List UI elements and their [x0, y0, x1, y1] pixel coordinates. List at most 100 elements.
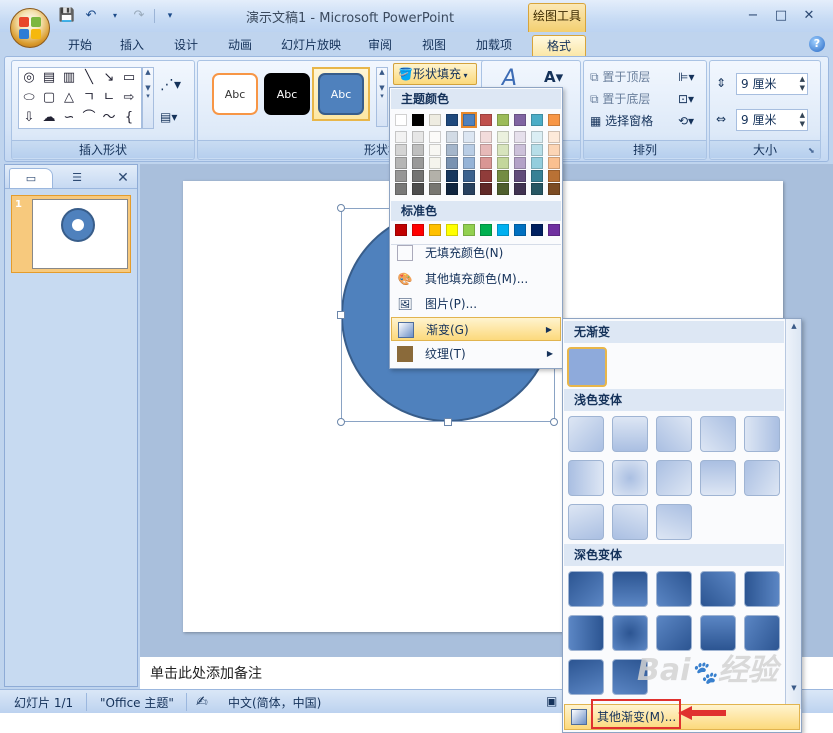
theme-color-shade-swatch[interactable] [429, 170, 441, 182]
tab-design[interactable]: 设计 [168, 35, 204, 56]
edit-shape-icon[interactable]: ⋰▾ [160, 75, 181, 95]
theme-color-shade-swatch[interactable] [412, 157, 424, 169]
theme-color-shade-swatch[interactable] [446, 183, 458, 195]
light-gradient-swatch[interactable] [612, 504, 648, 540]
dark-gradient-swatch[interactable] [700, 571, 736, 607]
oval-shape-icon[interactable]: ◎ [19, 68, 39, 88]
theme-color-shade-swatch[interactable] [514, 157, 526, 169]
theme-color-shade-swatch[interactable] [531, 183, 543, 195]
theme-color-shade-swatch[interactable] [463, 157, 475, 169]
theme-color-shade-swatch[interactable] [463, 131, 475, 143]
slides-tab-icon[interactable]: ▭ [9, 168, 53, 188]
theme-color-shade-swatch[interactable] [463, 144, 475, 156]
resize-handle-left[interactable] [337, 311, 345, 319]
theme-color-shade-swatch[interactable] [429, 183, 441, 195]
tab-insert[interactable]: 插入 [114, 35, 150, 56]
standard-color-swatch[interactable] [463, 224, 475, 236]
cloud-shape-icon[interactable]: ☁ [39, 108, 59, 128]
shape-width-input[interactable]: 9 厘米 ▲ ▼ [736, 109, 808, 131]
height-spinner-icon[interactable]: ▲ ▼ [800, 75, 805, 93]
maximize-button[interactable]: □ [768, 7, 794, 25]
theme-color-shade-swatch[interactable] [463, 183, 475, 195]
dark-gradient-swatch[interactable] [612, 571, 648, 607]
tab-slideshow[interactable]: 幻灯片放映 [275, 35, 347, 56]
tab-format[interactable]: 格式 [532, 35, 586, 56]
dark-gradient-swatch[interactable] [656, 571, 692, 607]
theme-color-shade-swatch[interactable] [531, 144, 543, 156]
tab-addins[interactable]: 加载项 [468, 35, 520, 56]
light-gradient-swatch[interactable] [656, 416, 692, 452]
close-button[interactable]: ✕ [796, 7, 822, 25]
styles-gallery-scroll[interactable]: ▲ ▼ ▾ [376, 67, 388, 127]
ellipse-shape-icon[interactable]: ⬭ [19, 88, 39, 108]
no-gradient-swatch[interactable] [567, 347, 607, 387]
dark-gradient-swatch[interactable] [744, 571, 780, 607]
theme-color-swatch[interactable] [548, 114, 560, 126]
bring-to-front-button[interactable]: ⧉ 置于顶层 [590, 67, 650, 87]
rotate-icon[interactable]: ⟲▾ [678, 111, 694, 131]
rounded-rect-shape-icon[interactable]: ▢ [39, 88, 59, 108]
selection-pane-button[interactable]: ▦ 选择窗格 [590, 111, 653, 131]
shapes-gallery[interactable]: ◎ ▤ ▥ ╲ ↘ ▭ ⬭ ▢ △ ㄱ ㄴ ⇨ ⇩ ☁ ∽ ⌒ 〜 { [18, 67, 142, 129]
theme-color-shade-swatch[interactable] [514, 183, 526, 195]
light-gradient-swatch[interactable] [744, 460, 780, 496]
light-gradient-swatch[interactable] [568, 504, 604, 540]
theme-color-shade-swatch[interactable] [497, 157, 509, 169]
theme-color-shade-swatch[interactable] [412, 183, 424, 195]
theme-color-shade-swatch[interactable] [480, 144, 492, 156]
rectangle-shape-icon[interactable]: ▭ [119, 68, 139, 88]
tab-animations[interactable]: 动画 [222, 35, 258, 56]
vertical-textbox-shape-icon[interactable]: ▥ [59, 68, 79, 88]
theme-color-swatch[interactable] [395, 114, 407, 126]
normal-view-icon[interactable]: ▣ [546, 694, 557, 708]
theme-color-shade-swatch[interactable] [395, 131, 407, 143]
tab-home[interactable]: 开始 [62, 35, 98, 56]
theme-color-shade-swatch[interactable] [446, 170, 458, 182]
down-arrow-shape-icon[interactable]: ⇩ [19, 108, 39, 128]
more-fill-colors-menu-item[interactable]: 🎨 其他填充颜色(M)... [391, 267, 561, 291]
slide-thumbnail-selected[interactable]: 1 [11, 195, 131, 273]
resize-handle-top-left[interactable] [337, 204, 345, 212]
theme-color-shade-swatch[interactable] [412, 131, 424, 143]
theme-color-shade-swatch[interactable] [429, 157, 441, 169]
office-button[interactable] [10, 8, 50, 48]
light-gradient-swatch[interactable] [612, 416, 648, 452]
close-pane-icon[interactable]: ✕ [113, 168, 133, 188]
minimize-button[interactable]: − [740, 7, 766, 25]
theme-color-shade-swatch[interactable] [429, 131, 441, 143]
shape-height-input[interactable]: 9 厘米 ▲ ▼ [736, 73, 808, 95]
curve-shape-icon[interactable]: ∽ [59, 108, 79, 128]
theme-color-shade-swatch[interactable] [548, 144, 560, 156]
light-gradient-swatch[interactable] [568, 460, 604, 496]
help-icon[interactable]: ? [809, 36, 825, 52]
shape-style-black[interactable]: Abc [264, 73, 310, 115]
theme-color-swatch[interactable] [514, 114, 526, 126]
resize-handle-bottom-right[interactable] [550, 418, 558, 426]
customize-qat-button[interactable]: ▾ [161, 8, 179, 24]
picture-fill-menu-item[interactable]: 🖼 图片(P)... [391, 292, 561, 316]
standard-color-swatch[interactable] [497, 224, 509, 236]
standard-color-swatch[interactable] [531, 224, 543, 236]
undo-dropdown-icon[interactable]: ▾ [106, 8, 124, 24]
wordart-quick-styles-icon[interactable]: A [502, 68, 517, 90]
light-gradient-swatch[interactable] [612, 460, 648, 496]
gradient-submenu-scrollbar[interactable]: ▲ ▼ [785, 319, 801, 709]
theme-color-shade-swatch[interactable] [531, 131, 543, 143]
light-gradient-swatch[interactable] [700, 460, 736, 496]
standard-color-swatch[interactable] [429, 224, 441, 236]
theme-color-shade-swatch[interactable] [480, 170, 492, 182]
dark-gradient-swatch[interactable] [568, 571, 604, 607]
theme-color-shade-swatch[interactable] [429, 144, 441, 156]
theme-color-shade-swatch[interactable] [480, 131, 492, 143]
right-arrow-shape-icon[interactable]: ⇨ [119, 88, 139, 108]
textbox-button-icon[interactable]: ▤▾ [160, 107, 177, 127]
wave-shape-icon[interactable]: 〜 [99, 108, 119, 128]
align-icon[interactable]: ⊫▾ [678, 67, 694, 87]
standard-color-swatch[interactable] [480, 224, 492, 236]
shapes-gallery-scroll[interactable]: ▲ ▼ ▾ [142, 67, 154, 129]
theme-color-shade-swatch[interactable] [548, 183, 560, 195]
theme-color-shade-swatch[interactable] [446, 131, 458, 143]
theme-color-swatch[interactable] [446, 114, 458, 126]
shape-style-orange-outline[interactable]: Abc [212, 73, 258, 115]
elbow-connector-shape-icon[interactable]: ㄱ [79, 88, 99, 108]
